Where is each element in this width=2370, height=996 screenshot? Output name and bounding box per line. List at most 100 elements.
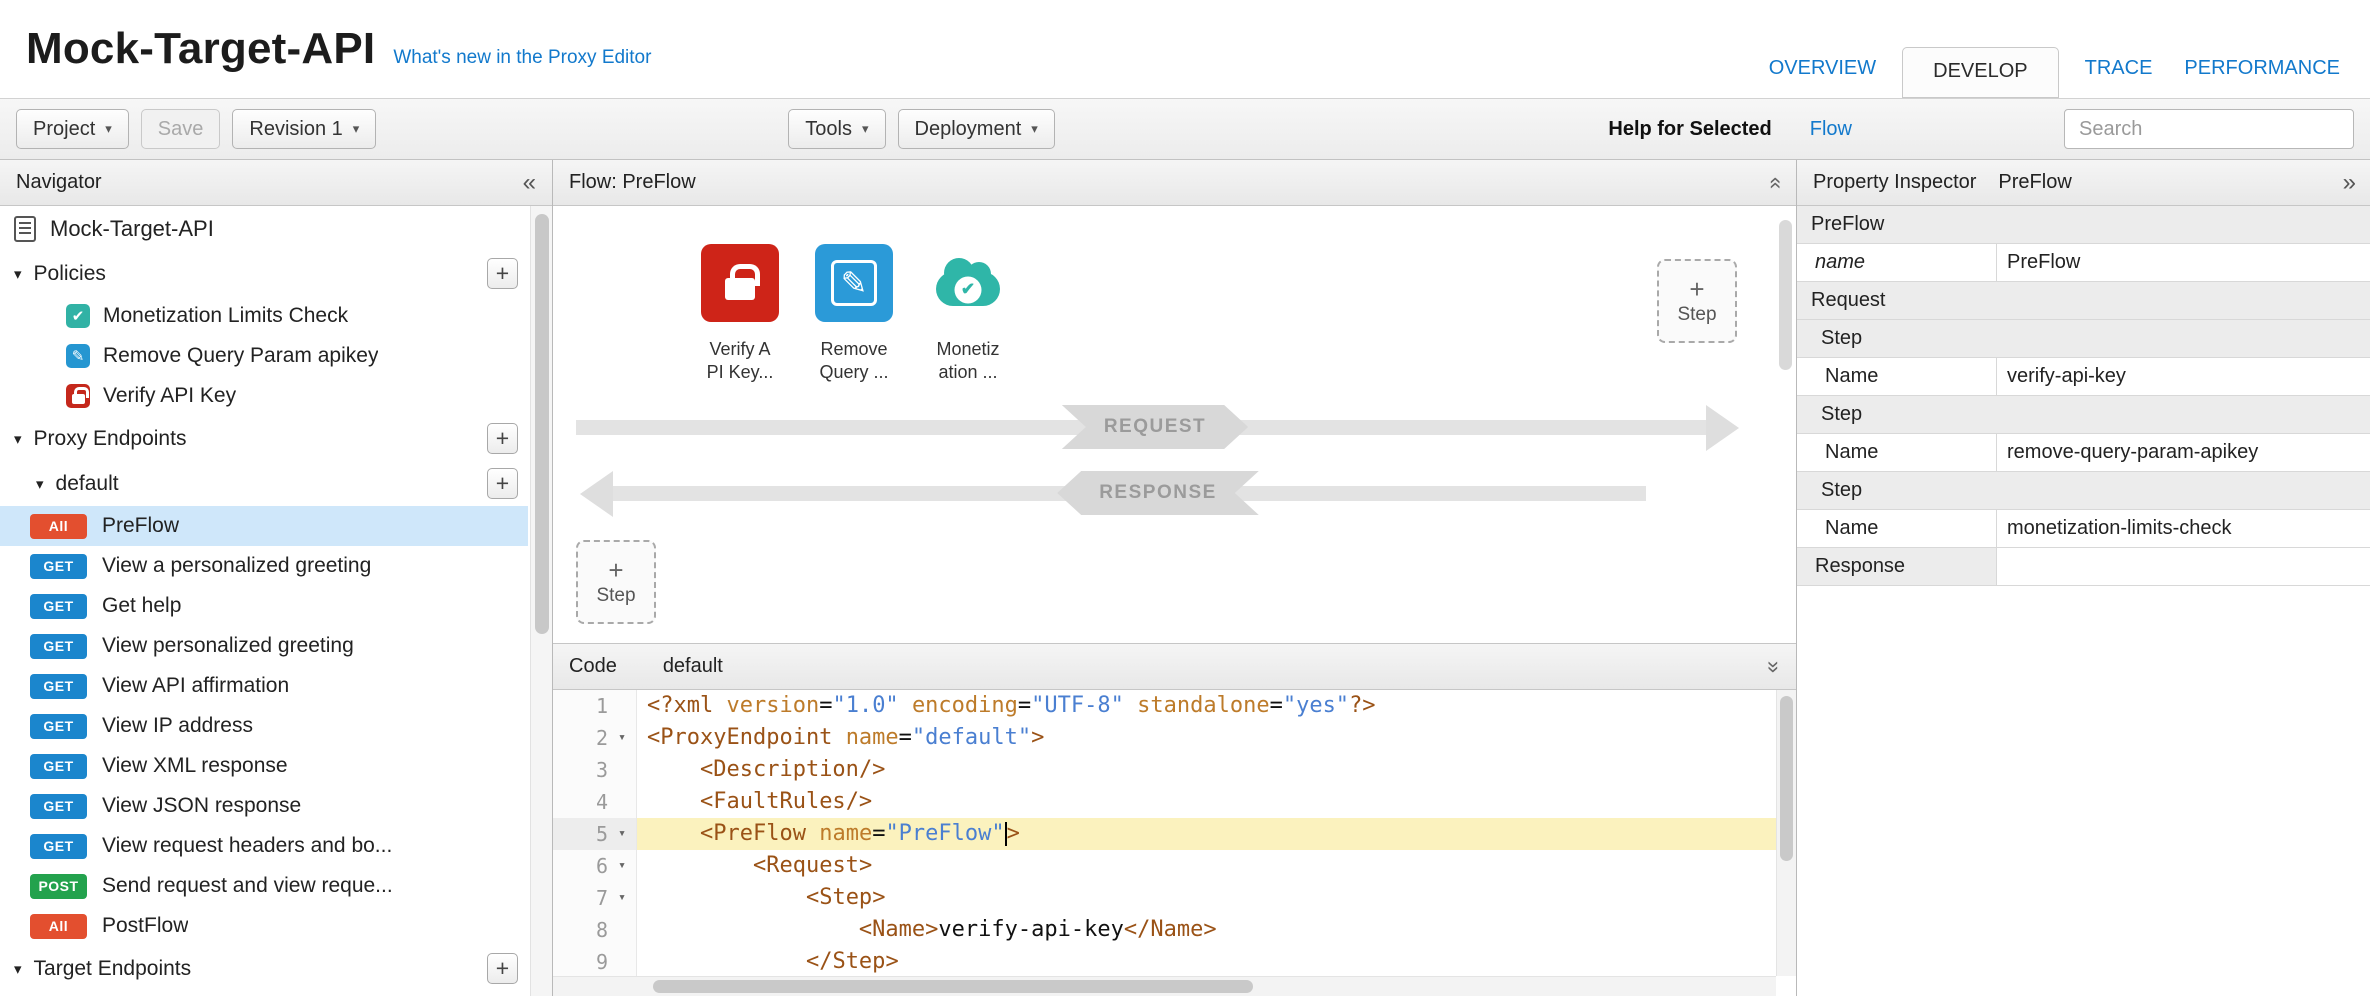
property-key: Name [1797,358,1997,395]
tools-button[interactable]: Tools ▾ [788,109,885,149]
inspector-section-row[interactable]: Step [1797,320,2370,358]
flow-item[interactable]: GETView JSON response [0,786,528,826]
revision-button[interactable]: Revision 1 ▾ [232,109,376,149]
code-vertical-scrollbar-thumb[interactable] [1780,696,1793,861]
code-text: <Name>verify-api-key</Name> [637,914,1776,946]
tab-trace[interactable]: TRACE [2069,45,2169,98]
code-panel-title: Code [569,655,617,678]
inspector-section-row[interactable]: Step [1797,472,2370,510]
flow-step[interactable]: Verify A PI Key... [684,244,796,385]
flow-panel-title: Flow: PreFlow [569,171,696,194]
flow-step[interactable]: ✎Remove Query ... [798,244,910,385]
tab-overview[interactable]: OVERVIEW [1753,45,1892,98]
add-target-endpoint-button[interactable]: + [487,953,518,984]
section-label: Step [1821,479,1862,502]
code-line[interactable]: 7▾ <Step> [553,882,1776,914]
search-input[interactable] [2064,109,2354,149]
flow-item[interactable]: POSTSend request and view reque... [0,866,528,906]
flow-canvas[interactable]: Verify A PI Key...✎Remove Query ...✔Mone… [553,206,1796,644]
policy-item[interactable]: ✎Remove Query Param apikey [0,336,528,376]
flow-item[interactable]: GETView API affirmation [0,666,528,706]
section-label: Request [1811,289,1886,312]
collapse-flow-icon[interactable]: » [1761,176,1787,188]
project-button[interactable]: Project ▾ [16,109,129,149]
code-horizontal-scrollbar[interactable] [553,976,1776,996]
flow-item-label: PostFlow [102,914,188,938]
navigator-header: Navigator « [0,160,552,206]
flow-item[interactable]: GETView a personalized greeting [0,546,528,586]
target-endpoints-section-label: Target Endpoints [34,957,192,981]
navigator-scrollbar[interactable] [530,206,552,996]
policy-item[interactable]: ✔Monetization Limits Check [0,296,528,336]
policy-item[interactable]: Verify API Key [0,376,528,416]
fold-toggle-icon[interactable]: ▾ [612,722,632,754]
revision-button-label: Revision 1 [249,118,342,141]
property-value: PreFlow [1997,251,2080,274]
property-inspector-header: Property Inspector PreFlow » [1797,160,2370,206]
code-text: <FaultRules/> [637,786,1776,818]
code-line[interactable]: 5▾ <PreFlow name="PreFlow"> [553,818,1776,850]
inspector-section-row[interactable]: Request [1797,282,2370,320]
property-key: Name [1797,510,1997,547]
method-badge: All [30,514,87,539]
add-step-button-top[interactable]: + Step [1657,259,1737,343]
code-line[interactable]: 8 <Name>verify-api-key</Name> [553,914,1776,946]
fold-toggle-icon[interactable]: ▾ [612,818,632,850]
help-flow-link[interactable]: Flow [1810,118,1852,141]
flow-item[interactable]: AllPreFlow [0,506,528,546]
inspector-kv-row[interactable]: Nameverify-api-key [1797,358,2370,396]
tab-performance[interactable]: PERFORMANCE [2168,45,2356,98]
navigator-scrollbar-thumb[interactable] [535,214,549,634]
collapse-panel-icon[interactable]: « [523,169,536,197]
inspector-kv-row[interactable]: Namemonetization-limits-check [1797,510,2370,548]
code-text: </Step> [637,946,1776,976]
line-number: 1 [596,690,608,722]
save-button[interactable]: Save [141,109,221,149]
flow-steps: Verify A PI Key...✎Remove Query ...✔Mone… [684,244,1024,385]
code-text: <Request> [637,850,1776,882]
flow-item[interactable]: GETView personalized greeting [0,626,528,666]
section-policies[interactable]: ▾ Policies + [0,251,528,296]
flow-step-label: Monetiz ation ... [936,338,999,385]
add-flow-button[interactable]: + [487,468,518,499]
fold-toggle-icon[interactable]: ▾ [612,850,632,882]
code-line[interactable]: 2▾<ProxyEndpoint name="default"> [553,722,1776,754]
flow-item[interactable]: GETGet help [0,586,528,626]
flow-item[interactable]: AllPostFlow [0,906,528,946]
inspector-kv-row[interactable]: namePreFlow [1797,244,2370,282]
add-proxy-endpoint-button[interactable]: + [487,423,518,454]
expand-panel-icon[interactable]: » [2343,169,2356,197]
code-line[interactable]: 9 </Step> [553,946,1776,976]
endpoint-group-default[interactable]: ▾ default + [0,461,528,506]
inspector-section-row[interactable]: Step [1797,396,2370,434]
flow-item[interactable]: GETView IP address [0,706,528,746]
flow-canvas-scrollbar-thumb[interactable] [1779,220,1792,370]
inspector-kv-row[interactable]: Response [1797,548,2370,586]
policies-section-label: Policies [34,262,106,286]
code-vertical-scrollbar[interactable] [1776,690,1796,976]
section-proxy-endpoints[interactable]: ▾ Proxy Endpoints + [0,416,528,461]
flow-step[interactable]: ✔Monetiz ation ... [912,244,1024,385]
fold-toggle-icon[interactable]: ▾ [612,882,632,914]
deployment-button[interactable]: Deployment ▾ [898,109,1055,149]
inspector-kv-row[interactable]: Nameremove-query-param-apikey [1797,434,2370,472]
flow-item[interactable]: GETView XML response [0,746,528,786]
code-editor[interactable]: 1<?xml version="1.0" encoding="UTF-8" st… [553,690,1796,996]
tab-develop[interactable]: DEVELOP [1902,47,2058,98]
code-horizontal-scrollbar-thumb[interactable] [653,980,1253,993]
code-line[interactable]: 4 <FaultRules/> [553,786,1776,818]
collapse-code-icon[interactable]: » [1761,660,1787,672]
line-gutter: 6▾ [553,850,637,882]
code-line[interactable]: 6▾ <Request> [553,850,1776,882]
flow-item[interactable]: GETView request headers and bo... [0,826,528,866]
inspector-section-row[interactable]: PreFlow [1797,206,2370,244]
line-gutter: 5▾ [553,818,637,850]
whats-new-link[interactable]: What's new in the Proxy Editor [393,47,651,69]
code-line[interactable]: 1<?xml version="1.0" encoding="UTF-8" st… [553,690,1776,722]
endpoint-group-label: default [56,472,119,496]
add-step-button-bottom[interactable]: + Step [576,540,656,624]
code-line[interactable]: 3 <Description/> [553,754,1776,786]
section-target-endpoints[interactable]: ▾ Target Endpoints + [0,946,528,991]
add-policy-button[interactable]: + [487,258,518,289]
nav-root-item[interactable]: Mock-Target-API [0,206,528,251]
